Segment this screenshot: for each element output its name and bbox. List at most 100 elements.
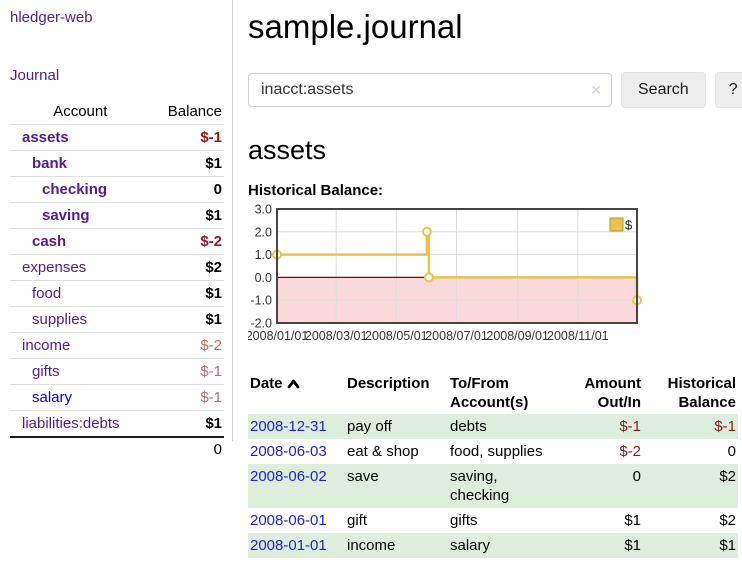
svg-text:2008/11/01: 2008/11/01 xyxy=(547,329,609,343)
account-row: gifts $-1 xyxy=(10,359,224,385)
account-link[interactable]: saving xyxy=(42,207,90,224)
account-link[interactable]: assets xyxy=(22,129,69,146)
register-row: 2008-12-31 pay off debts $-1 $-1 xyxy=(248,414,738,439)
account-row: assets $-1 xyxy=(10,125,224,151)
register-header-row: Date Description To/From Account(s) Amou… xyxy=(248,372,738,414)
svg-text:0.0: 0.0 xyxy=(255,271,272,285)
account-row: salary $-1 xyxy=(10,385,224,411)
transaction-description: save xyxy=(345,464,448,508)
transaction-accounts: food, supplies xyxy=(448,439,561,464)
transaction-accounts: gifts xyxy=(448,508,561,533)
search-input[interactable] xyxy=(248,73,612,107)
transaction-accounts: debts xyxy=(448,414,561,439)
app-title-link[interactable]: hledger-web xyxy=(10,9,93,26)
register-table: Date Description To/From Account(s) Amou… xyxy=(248,372,738,558)
transaction-balance: $2 xyxy=(643,508,738,533)
sort-ascending-icon xyxy=(287,378,300,389)
search-bar: ✕ Search ? xyxy=(248,72,742,108)
page-title: sample.journal xyxy=(248,8,742,46)
svg-text:2008/01/01: 2008/01/01 xyxy=(248,329,308,343)
sidebar-item-journal[interactable]: Journal xyxy=(10,67,59,84)
account-row: checking 0 xyxy=(10,177,224,203)
svg-text:-1.0: -1.0 xyxy=(250,294,272,308)
account-row: supplies $1 xyxy=(10,307,224,333)
svg-text:2008/09/01: 2008/09/01 xyxy=(486,329,549,343)
search-box: ✕ xyxy=(248,73,612,107)
svg-text:1.0: 1.0 xyxy=(255,248,272,262)
account-link[interactable]: bank xyxy=(32,155,67,172)
svg-text:2008/05/01: 2008/05/01 xyxy=(365,329,428,343)
sidebar: hledger-web Journal Account Balance asse… xyxy=(0,0,233,441)
register-row: 2008-06-03 eat & shop food, supplies $-2… xyxy=(248,439,738,464)
register-header-date-label: Date xyxy=(250,375,283,392)
transaction-balance: $1 xyxy=(643,533,738,558)
transaction-amount: $1 xyxy=(561,533,643,558)
accounts-header-balance: Balance xyxy=(151,99,224,125)
transaction-accounts: salary xyxy=(448,533,561,558)
search-button[interactable]: Search xyxy=(621,72,706,108)
transaction-balance: $2 xyxy=(643,464,738,508)
accounts-tree-table: Account Balance assets $-1 bank $1 check… xyxy=(10,99,224,462)
transaction-amount: $-1 xyxy=(561,414,643,439)
register-row: 2008-06-01 gift gifts $1 $2 xyxy=(248,508,738,533)
account-balance: $2 xyxy=(151,255,224,281)
accounts-header-row: Account Balance xyxy=(10,99,224,125)
account-balance: $1 xyxy=(151,411,224,438)
transaction-balance: $-1 xyxy=(643,414,738,439)
main-content: sample.journal ✕ Search ? assets Histori… xyxy=(233,0,742,558)
account-row: food $1 xyxy=(10,281,224,307)
account-row: saving $1 xyxy=(10,203,224,229)
accounts-total-spacer xyxy=(10,437,151,462)
account-row: cash $-2 xyxy=(10,229,224,255)
account-row: bank $1 xyxy=(10,151,224,177)
account-row: expenses $2 xyxy=(10,255,224,281)
register-header-balance: Historical Balance xyxy=(643,372,738,414)
transaction-amount: 0 xyxy=(561,464,643,508)
account-balance: $-1 xyxy=(151,359,224,385)
account-link[interactable]: gifts xyxy=(32,363,60,380)
account-link[interactable]: supplies xyxy=(32,311,87,328)
account-balance: $1 xyxy=(151,281,224,307)
account-row: liabilities:debts $1 xyxy=(10,411,224,438)
chart-container: 3.02.01.00.0-1.0-2.02008/01/012008/03/01… xyxy=(248,203,742,351)
account-balance: $-2 xyxy=(151,229,224,255)
account-balance: $-1 xyxy=(151,125,224,151)
register-row: 2008-01-01 income salary $1 $1 xyxy=(248,533,738,558)
account-link[interactable]: liabilities:debts xyxy=(22,415,120,432)
transaction-date-link[interactable]: 2008-06-01 xyxy=(250,512,327,529)
transaction-date-link[interactable]: 2008-06-02 xyxy=(250,468,327,485)
register-header-date[interactable]: Date xyxy=(248,372,345,414)
app-window: hledger-web Journal Account Balance asse… xyxy=(0,0,742,558)
svg-text:$: $ xyxy=(625,218,633,233)
account-balance: 0 xyxy=(151,177,224,203)
transaction-date-link[interactable]: 2008-01-01 xyxy=(250,537,327,554)
account-link[interactable]: expenses xyxy=(22,259,86,276)
help-button[interactable]: ? xyxy=(715,72,742,108)
account-link[interactable]: cash xyxy=(32,233,66,250)
register-header-description: Description xyxy=(345,372,448,414)
transaction-amount: $1 xyxy=(561,508,643,533)
account-link[interactable]: food xyxy=(32,285,61,302)
accounts-header-account: Account xyxy=(10,99,151,125)
svg-text:3.0: 3.0 xyxy=(255,203,272,217)
transaction-date-link[interactable]: 2008-06-03 xyxy=(250,443,327,460)
svg-text:2008/03/01: 2008/03/01 xyxy=(305,329,368,343)
account-row: income $-2 xyxy=(10,333,224,359)
register-header-accounts: To/From Account(s) xyxy=(448,372,561,414)
svg-text:2.0: 2.0 xyxy=(255,225,272,239)
account-balance: $1 xyxy=(151,203,224,229)
clear-search-icon[interactable]: ✕ xyxy=(590,81,602,99)
register-row: 2008-06-02 save saving, checking 0 $2 xyxy=(248,464,738,508)
transaction-description: eat & shop xyxy=(345,439,448,464)
account-link[interactable]: income xyxy=(22,337,70,354)
account-link[interactable]: checking xyxy=(42,181,107,198)
transaction-description: gift xyxy=(345,508,448,533)
account-balance: $1 xyxy=(151,151,224,177)
transaction-description: income xyxy=(345,533,448,558)
accounts-total-balance: 0 xyxy=(151,437,224,462)
chart-title: Historical Balance: xyxy=(248,182,742,199)
transaction-date-link[interactable]: 2008-12-31 xyxy=(250,418,327,435)
account-link[interactable]: salary xyxy=(32,389,72,406)
account-balance: $1 xyxy=(151,307,224,333)
transaction-balance: 0 xyxy=(643,439,738,464)
